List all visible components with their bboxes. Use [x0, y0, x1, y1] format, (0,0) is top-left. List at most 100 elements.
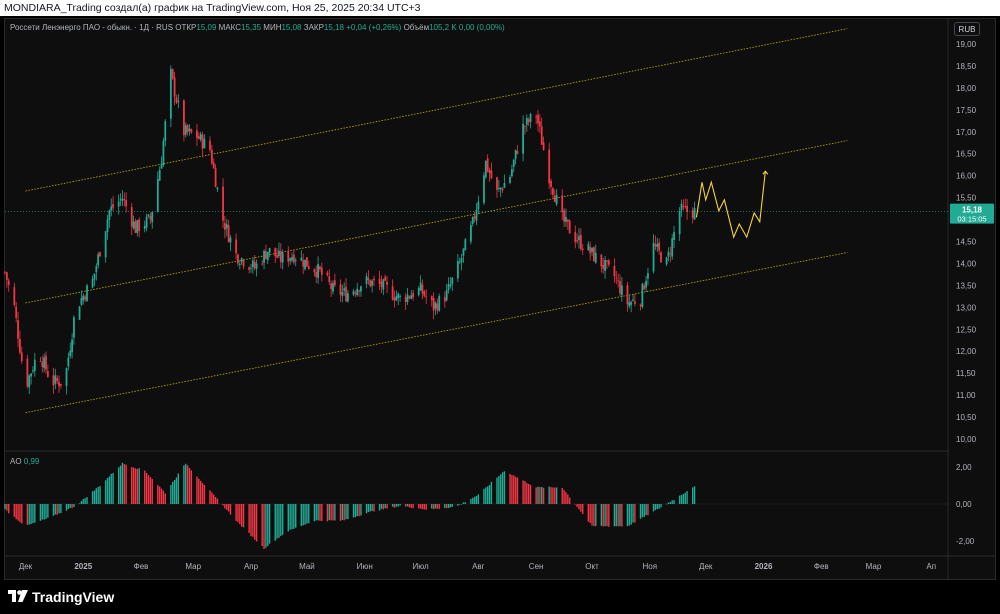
time-tick-label: Дек	[19, 562, 33, 571]
ao-bar	[239, 504, 241, 525]
candle-body	[121, 198, 124, 202]
candle-body	[171, 69, 174, 79]
candle-body	[145, 216, 148, 228]
time-tick-label: Ап	[926, 562, 936, 571]
candle-body	[45, 355, 47, 370]
ao-bar	[539, 487, 541, 504]
ao-bar	[486, 486, 489, 504]
ao-bar	[421, 504, 424, 510]
ao-bar	[164, 493, 166, 504]
price-tick-label: 17,50	[956, 106, 977, 115]
ao-bar	[600, 504, 603, 526]
time-tick-label: 2025	[74, 562, 92, 571]
candle-body	[227, 225, 230, 242]
candle-body	[15, 306, 18, 318]
ao-bar	[289, 504, 291, 530]
ao-tick-label: 0,00	[956, 500, 972, 509]
candle-body	[343, 288, 346, 291]
candle-body	[84, 296, 87, 300]
candle-body	[13, 287, 16, 305]
candle-body	[93, 273, 96, 280]
candle-body	[261, 263, 264, 265]
candle-body	[108, 210, 111, 220]
ao-bar	[369, 504, 371, 512]
ao-bar	[682, 493, 685, 504]
ao-bar	[235, 504, 237, 522]
candle-body	[58, 381, 60, 387]
ao-bar	[404, 504, 407, 507]
ao-bar	[281, 504, 284, 535]
candle-body	[106, 219, 109, 232]
ao-bar	[542, 487, 545, 504]
price-tick-label: 14,00	[956, 259, 977, 268]
price-tick-label: 14,50	[956, 238, 977, 247]
ao-bar	[276, 504, 278, 539]
candle-body	[395, 296, 398, 301]
ao-bar	[172, 481, 174, 504]
candle-body	[345, 286, 347, 302]
tradingview-logo[interactable]: TradingView	[8, 589, 114, 605]
price-tick-label: 10,50	[956, 413, 977, 422]
candle-body	[5, 272, 8, 281]
ao-bar	[673, 499, 675, 504]
candle-body	[382, 279, 385, 290]
time-tick-label: Авг	[472, 562, 485, 571]
ao-bar	[425, 504, 427, 510]
candle-body	[119, 198, 122, 200]
candle-body	[669, 253, 672, 255]
chart-area[interactable]: 19,00 18,50 18,00 17,50 17,00 16,50 16,00 15,50…	[0, 0, 1000, 614]
ao-bar	[352, 504, 355, 518]
candle-body	[117, 201, 120, 207]
candle-body	[593, 247, 595, 262]
ao-bar	[367, 504, 370, 513]
candle-body	[373, 278, 375, 281]
candle-body	[235, 239, 237, 254]
high-value: 15,35	[241, 23, 262, 32]
candle-body	[606, 260, 608, 262]
candle-body	[630, 301, 633, 305]
candle-body	[647, 273, 649, 279]
candle-body	[80, 297, 83, 305]
candle-body	[158, 169, 161, 181]
candle-body	[540, 126, 543, 145]
projection-path	[695, 171, 766, 239]
ao-bar	[265, 504, 267, 548]
ao-bar	[526, 482, 528, 504]
ao-bar	[641, 504, 644, 518]
candle-body	[509, 176, 511, 183]
candle-body	[132, 221, 135, 229]
ao-bar	[339, 504, 342, 521]
ao-bar	[399, 504, 401, 506]
volume-change: 0,00 (0,00%)	[458, 23, 505, 32]
ao-bar	[147, 475, 150, 504]
candle-body	[660, 252, 662, 263]
candle-body	[86, 285, 88, 302]
candle-body	[639, 304, 642, 306]
ao-label: AO	[10, 457, 22, 466]
ao-bar	[145, 472, 148, 504]
ao-bar	[136, 468, 139, 504]
currency-button[interactable]: RUB	[954, 22, 980, 36]
ao-bar	[237, 504, 239, 523]
ao-bar	[365, 504, 368, 514]
candle-body	[587, 244, 590, 251]
ao-bar	[345, 504, 347, 520]
ao-bar	[617, 504, 619, 527]
channel-line	[25, 252, 848, 414]
candle-body	[360, 286, 362, 292]
ao-bar	[660, 504, 662, 508]
candle-body	[393, 297, 396, 301]
candle-body	[147, 214, 150, 217]
candle-body	[320, 267, 323, 275]
ao-bar	[561, 487, 563, 504]
candle-body	[419, 282, 422, 291]
ao-bar	[229, 504, 232, 515]
candle-body	[177, 100, 180, 102]
ao-bar	[162, 490, 165, 504]
candle-body	[486, 158, 489, 172]
ao-bar	[144, 470, 146, 504]
ao-value: 0,99	[23, 457, 40, 466]
candle-body	[315, 271, 318, 277]
price-tick-label: 18,00	[956, 84, 977, 93]
ao-bar	[26, 504, 29, 525]
